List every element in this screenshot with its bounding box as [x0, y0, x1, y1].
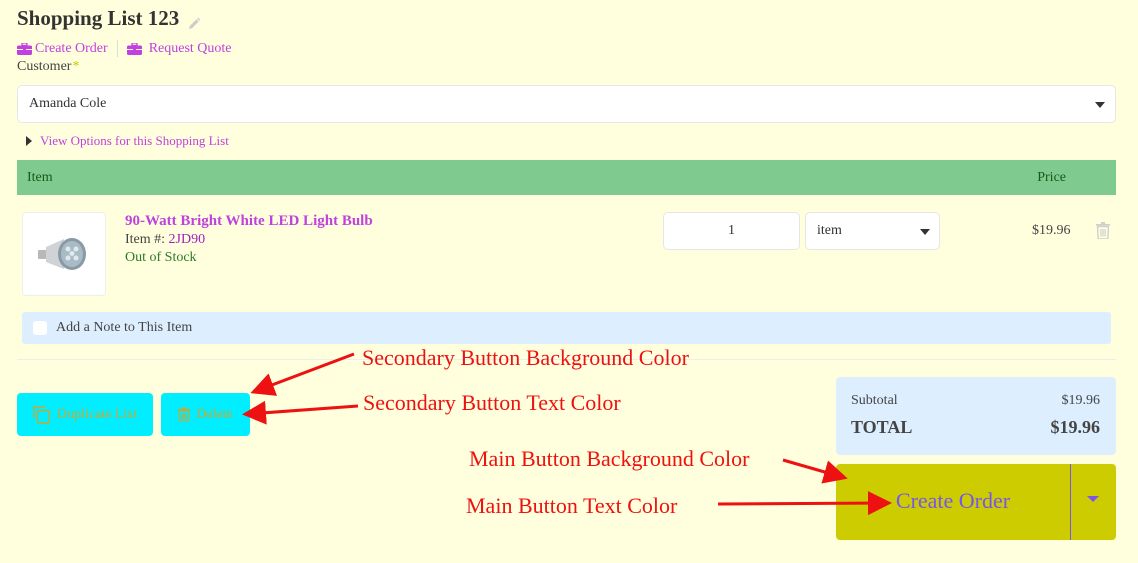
column-header-item: Item	[27, 170, 53, 185]
arrow-main-bg	[782, 458, 848, 484]
total-value: $19.96	[1050, 417, 1101, 437]
add-note-label: Add a Note to This Item	[56, 320, 193, 335]
list-actions: Create Order Request Quote	[17, 40, 232, 57]
caret-right-icon	[26, 136, 32, 146]
view-options-toggle[interactable]: View Options for this Shopping List	[26, 133, 229, 149]
arrow-secondary-text	[242, 400, 359, 425]
annotation-secondary-text: Secondary Button Text Color	[363, 390, 621, 415]
customer-label-text: Customer	[17, 59, 72, 74]
column-header-price: Price	[1037, 170, 1066, 185]
request-quote-link[interactable]: Request Quote	[126, 40, 232, 57]
delete-list-button[interactable]: Delete	[161, 393, 250, 436]
annotation-main-bg: Main Button Background Color	[469, 446, 750, 471]
create-order-link[interactable]: Create Order	[17, 41, 108, 57]
required-marker: *	[72, 59, 80, 74]
page-title: Shopping List 123	[17, 6, 201, 31]
add-note-checkbox[interactable]	[33, 321, 47, 335]
product-name-link[interactable]: 90-Watt Bright White LED Light Bulb	[125, 213, 373, 230]
briefcase-icon	[17, 42, 32, 55]
item-number-value: 2JD90	[168, 232, 206, 247]
product-item-number: Item #: 2JD90	[125, 232, 205, 248]
create-order-dropdown-toggle[interactable]	[1071, 464, 1116, 540]
item-price: $19.96	[1032, 223, 1071, 238]
table-header: Item Price	[17, 160, 1116, 195]
stock-status: Out of Stock	[125, 250, 197, 265]
delete-label: Delete	[196, 406, 233, 422]
light-bulb-image	[38, 238, 86, 270]
item-number-label: Item #:	[125, 232, 166, 247]
unit-select[interactable]: item	[805, 212, 940, 250]
annotation-secondary-bg: Secondary Button Background Color	[362, 345, 689, 370]
chevron-down-icon	[920, 229, 930, 235]
customer-selected-value: Amanda Cole	[29, 96, 107, 111]
customer-select[interactable]: Amanda Cole	[17, 85, 1116, 123]
pencil-icon[interactable]	[187, 12, 201, 29]
request-quote-label: Request Quote	[148, 40, 232, 56]
shopping-list-title: Shopping List 123	[17, 6, 180, 30]
create-order-label: Create Order	[35, 40, 108, 56]
duplicate-list-label: Duplicate List	[57, 406, 137, 422]
product-image[interactable]	[22, 212, 106, 296]
quantity-input[interactable]: 1	[663, 212, 800, 250]
chevron-down-icon	[1087, 496, 1099, 502]
action-separator	[116, 40, 118, 57]
add-note-row[interactable]: Add a Note to This Item	[22, 312, 1111, 344]
chevron-down-icon	[1095, 102, 1105, 108]
trash-icon	[178, 407, 191, 422]
subtotal-label: Subtotal	[851, 393, 898, 408]
order-summary: Subtotal $19.96 TOTAL $19.96	[836, 377, 1116, 455]
create-order-button-label: Create Order	[895, 488, 1011, 513]
annotation-main-text: Main Button Text Color	[466, 493, 678, 518]
create-order-button[interactable]: Create Order	[836, 464, 1116, 540]
duplicate-list-button[interactable]: Duplicate List	[17, 393, 153, 436]
subtotal-value: $19.96	[1061, 393, 1101, 408]
briefcase-icon	[126, 42, 142, 55]
total-label: TOTAL	[851, 417, 913, 437]
copy-icon	[33, 405, 51, 424]
customer-label: Customer*	[17, 59, 79, 75]
unit-selected-value: item	[817, 223, 842, 238]
view-options-label: View Options for this Shopping List	[40, 133, 229, 148]
trash-icon[interactable]	[1096, 222, 1110, 240]
